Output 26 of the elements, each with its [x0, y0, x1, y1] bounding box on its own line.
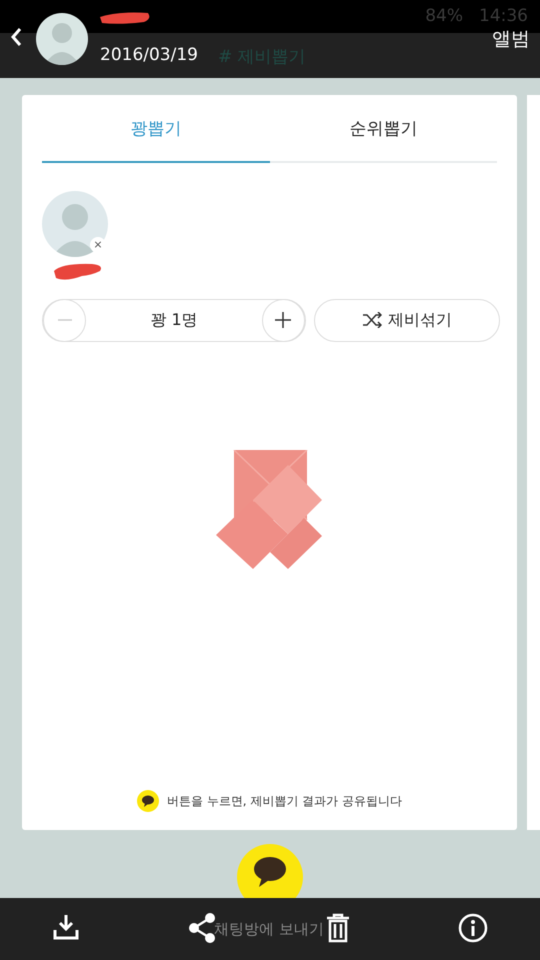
notice-text: 버튼을 누르면, 제비뽑기 결과가 공유됩니다	[166, 793, 402, 810]
download-icon	[52, 913, 80, 941]
battery-text: 84%	[425, 4, 463, 28]
send-caption: 채팅방에 보내기	[214, 919, 324, 940]
chat-bubble-icon	[136, 790, 159, 812]
shuffle-button[interactable]: 제비섞기	[314, 298, 500, 342]
minus-icon	[58, 319, 72, 321]
avatar	[36, 13, 88, 65]
info-icon	[458, 913, 488, 943]
chat-bubble-icon	[253, 856, 287, 888]
date-text: 2016/03/19	[100, 44, 198, 67]
back-icon[interactable]	[10, 27, 24, 47]
share-button[interactable]	[188, 913, 216, 943]
clock-text: 14:36	[479, 4, 528, 28]
share-icon	[188, 913, 216, 943]
plus-icon	[274, 311, 292, 329]
tab[interactable]: 순위뽑기	[270, 95, 497, 162]
trash-icon	[326, 913, 350, 943]
shuffle-icon	[362, 312, 382, 328]
info-button[interactable]	[458, 913, 488, 943]
album-link[interactable]: 앨범	[492, 25, 530, 54]
count-text: 꽝 1명	[150, 309, 198, 331]
download-button[interactable]	[52, 913, 80, 941]
delete-button[interactable]	[326, 913, 350, 943]
send-button[interactable]	[237, 844, 303, 898]
plus-button[interactable]	[262, 298, 305, 342]
